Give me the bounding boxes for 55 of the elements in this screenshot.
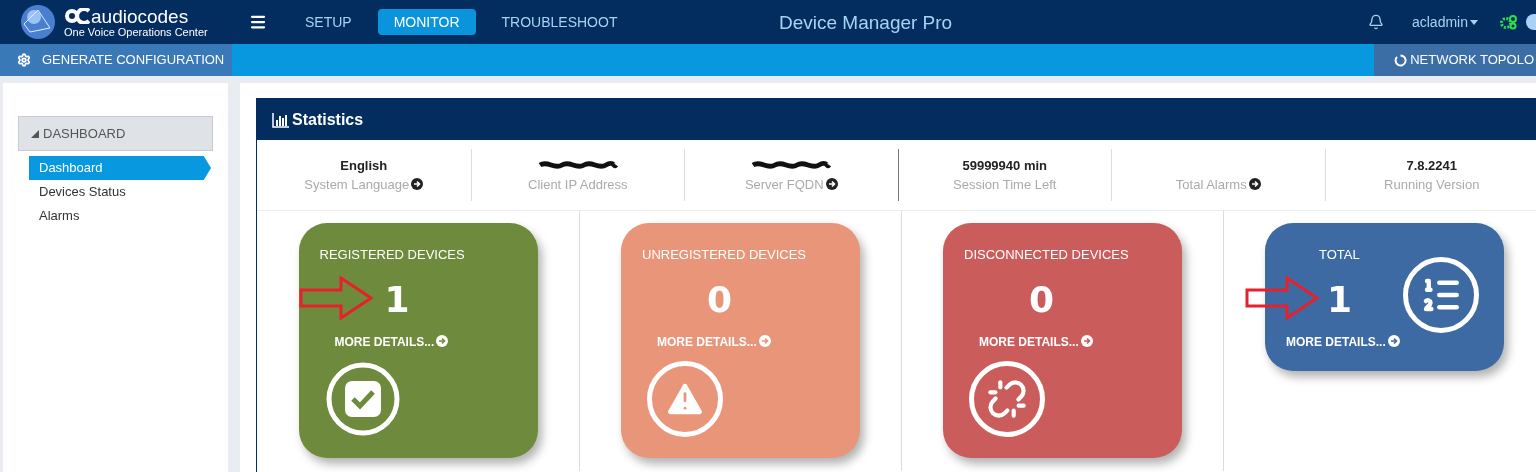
device-count: 0	[707, 278, 733, 322]
stat-label[interactable]: Total Alarms	[1175, 175, 1261, 195]
checkbox-icon	[324, 361, 401, 437]
broken-link-icon	[969, 361, 1045, 437]
stat-label: Session Time Left	[953, 176, 1057, 195]
numbered-list-icon	[1403, 257, 1479, 333]
app-title: Device Manager Pro	[779, 11, 953, 35]
arrow-circle-icon	[1080, 335, 1093, 347]
brand-name: audiocodes	[91, 6, 189, 26]
nav-tab[interactable]: MONITOR	[377, 9, 476, 35]
more-details-link[interactable]: MORE DETAILS...	[979, 333, 1093, 351]
more-details-link[interactable]: MORE DETAILS...	[1286, 333, 1400, 351]
loading-icon	[1394, 53, 1408, 67]
globe-icon	[20, 4, 56, 40]
logo-mark-icon	[64, 8, 90, 24]
arrow-circle-icon	[436, 335, 449, 347]
stat-label: Running Version	[1384, 176, 1480, 195]
arrow-circle-icon	[1248, 178, 1261, 191]
generate-configuration-button[interactable]: GENERATE CONFIGURATION	[0, 44, 232, 76]
sidebar-group[interactable]: DASHBOARD	[18, 116, 213, 151]
more-details-link[interactable]: MORE DETAILS...	[334, 333, 449, 351]
stat-label[interactable]: System Language	[304, 175, 424, 195]
user-menu[interactable]: acladmin	[1411, 11, 1478, 33]
arrow-circle-icon	[1387, 335, 1400, 347]
gears-icon[interactable]	[1500, 14, 1518, 30]
menu-icon[interactable]	[249, 13, 267, 31]
card-title: DISCONNECTED DEVICES	[964, 246, 1129, 264]
sidebar-item[interactable]: Alarms	[29, 204, 211, 228]
more-details-link[interactable]: MORE DETAILS...	[657, 333, 771, 351]
card-title: REGISTERED DEVICES	[319, 246, 465, 264]
sidebar-item[interactable]: Devices Status	[29, 180, 211, 204]
nav-tab[interactable]: TROUBLESHOOT	[485, 9, 634, 35]
gear-icon	[17, 53, 31, 67]
arrow-circle-icon	[825, 178, 838, 191]
arrow-circle-icon	[411, 178, 424, 191]
arrow-circle-icon	[758, 335, 771, 347]
stat-label: Client IP Address	[528, 176, 628, 195]
card-title: TOTAL	[1319, 246, 1360, 264]
bar-chart-icon	[272, 111, 290, 128]
stat-value: English	[340, 156, 388, 175]
nav-tab[interactable]: SETUP	[289, 9, 368, 35]
stat-value: 7.8.2241	[1406, 156, 1458, 175]
device-count: 1	[1327, 278, 1353, 322]
sidebar-item[interactable]: Dashboard	[29, 156, 211, 180]
device-count: 0	[1029, 278, 1055, 322]
warning-icon	[647, 361, 723, 437]
stat-label[interactable]: Server FQDN	[744, 175, 838, 195]
device-count: 1	[384, 278, 410, 322]
panel-title: Statistics	[292, 109, 364, 130]
stat-value: 59999940 min	[962, 156, 1048, 175]
status-icon	[1526, 14, 1536, 30]
card-title: UNREGISTERED DEVICES	[642, 246, 806, 264]
brand-subtitle: One Voice Operations Center	[64, 26, 208, 38]
network-topology-button[interactable]: NETWORK TOPOLO	[1374, 44, 1536, 76]
bell-icon[interactable]	[1367, 14, 1384, 30]
